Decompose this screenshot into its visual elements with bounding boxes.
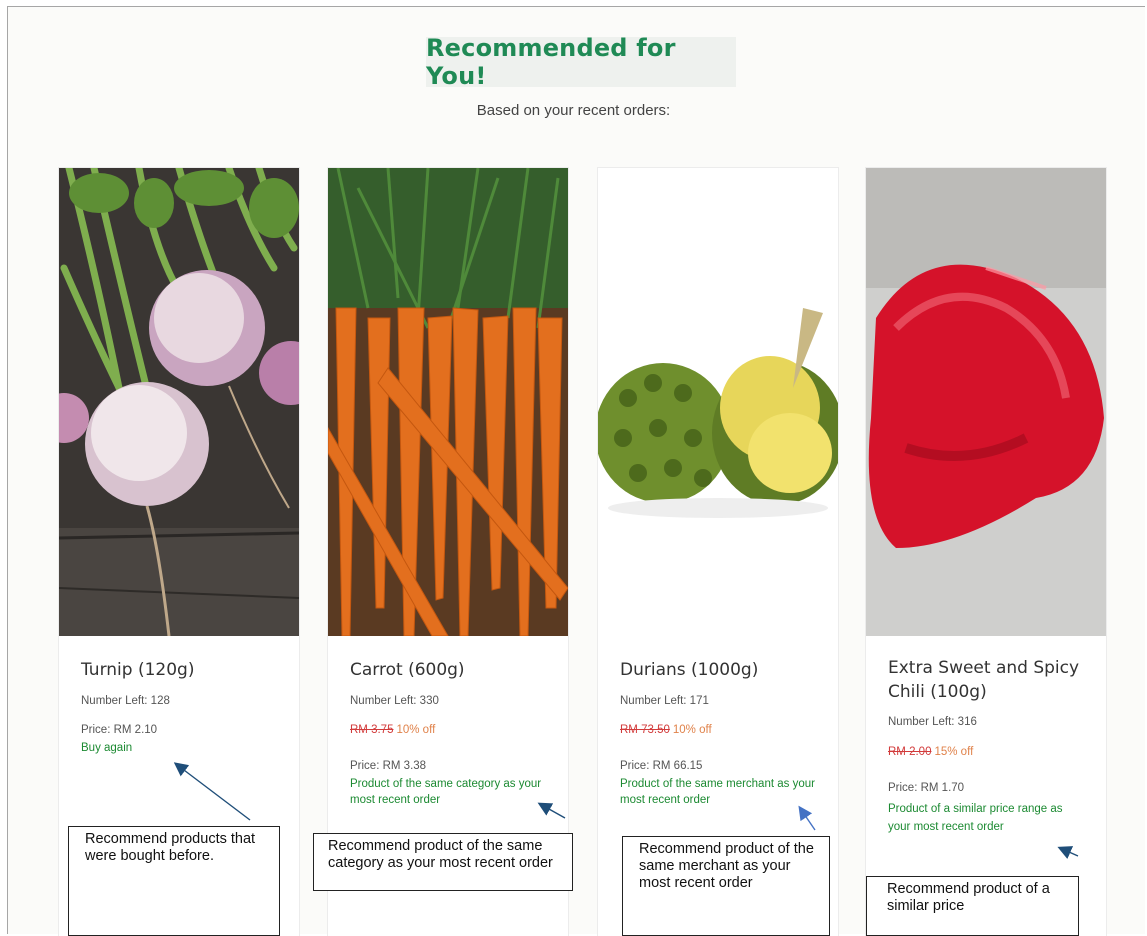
product-card-chili[interactable]: Extra Sweet and Spicy Chili (100g) Numbe… [866, 168, 1106, 936]
annotation-same-category: Recommend product of the same category a… [313, 833, 573, 891]
product-name[interactable]: Durians (1000g) [620, 658, 758, 682]
original-price: RM 3.75 [350, 724, 394, 736]
product-name[interactable]: Extra Sweet and Spicy Chili (100g) [888, 656, 1088, 704]
discount-badge: 15% off [934, 746, 974, 758]
price: Price: RM 2.10 [81, 724, 158, 736]
price: Price: RM 1.70 [888, 782, 965, 794]
title-banner: Recommended for You! [426, 34, 736, 90]
discount-line: RM 3.75 10% off [350, 724, 435, 736]
product-name[interactable]: Carrot (600g) [350, 658, 465, 682]
page-subtitle: Based on your recent orders: [476, 102, 671, 119]
number-left: Number Left: 128 [81, 695, 170, 707]
product-card-carrot[interactable]: Carrot (600g) Number Left: 330 RM 3.75 10… [328, 168, 568, 936]
page-title: Recommended for You! [426, 34, 676, 90]
original-price: RM 73.50 [620, 724, 670, 736]
recommendation-reason: Buy again [81, 742, 133, 754]
price: Price: RM 3.38 [350, 760, 427, 772]
number-left: Number Left: 316 [888, 716, 977, 728]
product-image-chili[interactable] [866, 168, 1106, 636]
product-card-durians[interactable]: Durians (1000g) Number Left: 171 RM 73.5… [598, 168, 838, 936]
product-name[interactable]: Turnip (120g) [81, 658, 194, 682]
price: Price: RM 66.15 [620, 760, 703, 772]
product-image-durians[interactable] [598, 168, 838, 636]
original-price: RM 2.00 [888, 746, 932, 758]
number-left: Number Left: 330 [350, 695, 439, 707]
annotation-same-merchant: Recommend product of the same merchant a… [622, 836, 830, 936]
product-image-turnip[interactable] [59, 168, 299, 636]
number-left: Number Left: 171 [620, 695, 709, 707]
product-image-carrot[interactable] [328, 168, 568, 636]
recommendation-reason: Product of the same merchant as your mos… [620, 778, 815, 806]
discount-badge: 10% off [672, 724, 712, 736]
discount-line: RM 2.00 15% off [888, 746, 973, 758]
annotation-similar-price: Recommend product of a similar price [866, 876, 1079, 936]
discount-line: RM 73.50 10% off [620, 724, 712, 736]
discount-badge: 10% off [396, 724, 436, 736]
recommendation-reason: Product of the same category as your mos… [350, 778, 542, 806]
product-card-turnip[interactable]: Turnip (120g) Number Left: 128 Price: RM… [59, 168, 299, 936]
annotation-bought-before: Recommend products that were bought befo… [68, 826, 280, 936]
recommendation-reason: Product of a similar price range as your… [888, 803, 1063, 833]
